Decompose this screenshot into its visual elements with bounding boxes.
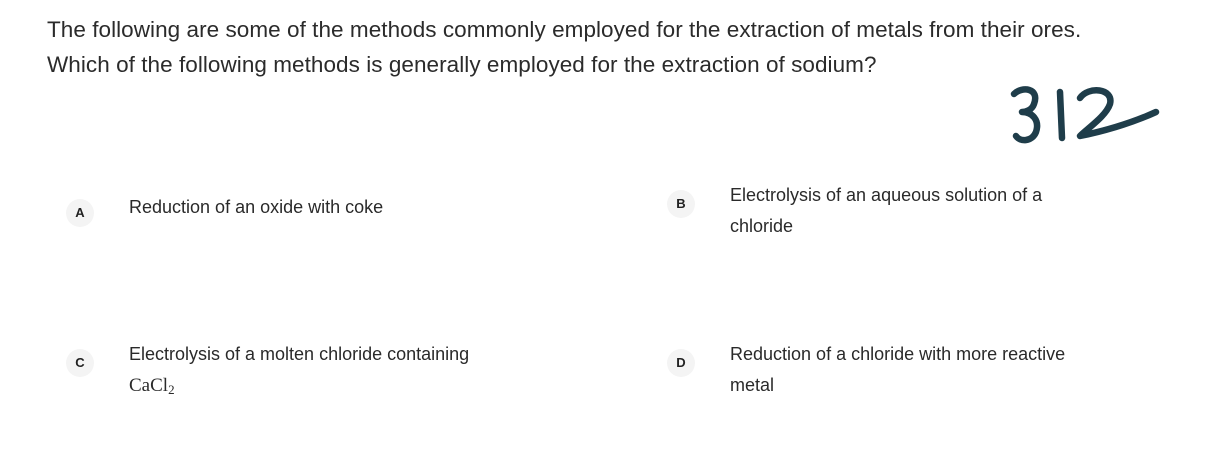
option-c-text: Electrolysis of a molten chloride contai… xyxy=(129,339,549,405)
handwritten-digit-1 xyxy=(1056,88,1066,142)
option-b[interactable]: B Electrolysis of an aqueous solution of… xyxy=(667,185,1187,270)
formula-base: CaCl xyxy=(129,375,169,396)
option-b-text-line-1: Electrolysis of an aqueous solution of a xyxy=(730,185,1043,205)
question-text: The following are some of the methods co… xyxy=(47,12,1177,82)
option-a[interactable]: A Reduction of an oxide with coke xyxy=(66,197,586,279)
option-d-text-line-2: metal xyxy=(730,375,775,395)
option-c-formula: CaCl2 xyxy=(129,375,175,397)
question-line-2: Which of the following methods is genera… xyxy=(47,52,877,77)
handwritten-annotation xyxy=(1010,86,1160,144)
handwritten-digit-3 xyxy=(1010,86,1041,144)
option-b-text-line-2: chloride xyxy=(730,216,794,236)
formula-subscript: 2 xyxy=(168,382,175,397)
option-letter-d: D xyxy=(667,349,695,377)
option-letter-c: C xyxy=(66,349,94,377)
option-d-text: Reduction of a chloride with more reacti… xyxy=(730,339,1150,401)
question-line-1: The following are some of the methods co… xyxy=(47,17,1082,42)
option-letter-a: A xyxy=(66,199,94,227)
option-d-text-line-1: Reduction of a chloride with more reacti… xyxy=(730,344,1066,364)
option-c-text-line-1: Electrolysis of a molten chloride contai… xyxy=(129,344,470,364)
option-d[interactable]: D Reduction of a chloride with more reac… xyxy=(667,344,1187,429)
option-letter-b: B xyxy=(667,190,695,218)
option-c[interactable]: C Electrolysis of a molten chloride cont… xyxy=(66,344,586,429)
handwritten-digit-2 xyxy=(1076,87,1160,140)
option-a-text: Reduction of an oxide with coke xyxy=(129,197,384,217)
option-b-text: Electrolysis of an aqueous solution of a… xyxy=(730,180,1150,242)
